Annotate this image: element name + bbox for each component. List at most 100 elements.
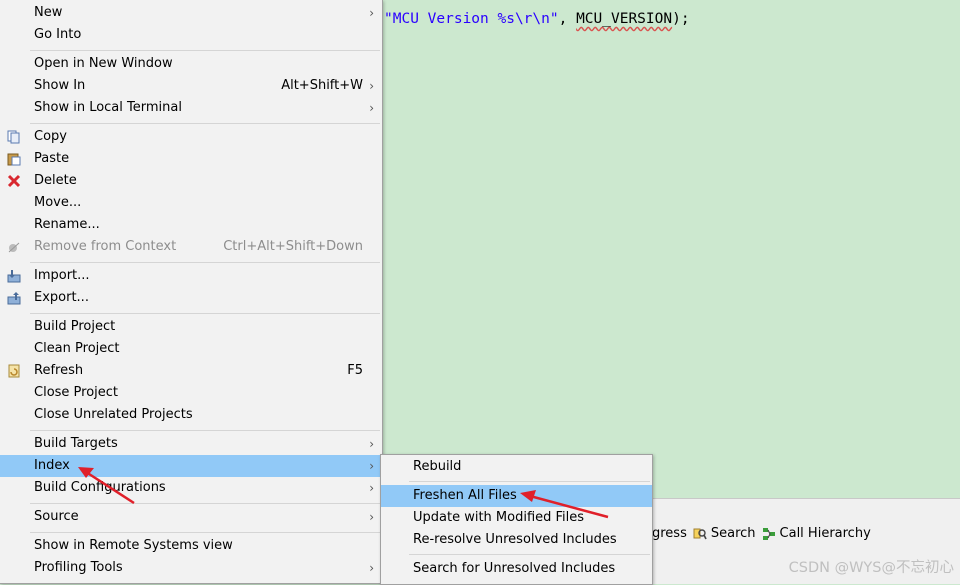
menu-item-open-new-window[interactable]: Open in New Window <box>0 53 382 75</box>
bottom-tabs: gress Search Call Hierarchy <box>652 526 871 541</box>
menu-item-show-remote[interactable]: Show in Remote Systems view <box>0 535 382 557</box>
tab-call-hierarchy-label: Call Hierarchy <box>779 526 871 541</box>
menu-item-import[interactable]: Import... <box>0 265 382 287</box>
menu-item-label: Open in New Window <box>34 56 173 71</box>
menu-item-label: Index <box>34 458 70 473</box>
menu-separator <box>30 313 380 314</box>
submenu-item-reresolve-includes[interactable]: Re-resolve Unresolved Includes <box>381 529 652 551</box>
chevron-right-icon: › <box>369 6 374 20</box>
chevron-right-icon: › <box>369 437 374 451</box>
menu-item-label: Close Unrelated Projects <box>34 407 193 422</box>
submenu-item-label: Re-resolve Unresolved Includes <box>413 532 617 547</box>
menu-item-label: Build Project <box>34 319 116 334</box>
chevron-right-icon: › <box>369 101 374 115</box>
menu-item-label: Remove from Context <box>34 239 177 254</box>
call-hierarchy-icon <box>762 527 775 540</box>
menu-separator <box>30 262 380 263</box>
menu-item-show-local-terminal[interactable]: Show in Local Terminal › <box>0 97 382 119</box>
tab-call-hierarchy[interactable]: Call Hierarchy <box>762 526 871 541</box>
submenu-item-label: Search for Unresolved Includes <box>413 561 616 576</box>
menu-item-paste[interactable]: Paste <box>0 148 382 170</box>
menu-separator <box>30 532 380 533</box>
menu-item-label: Export... <box>34 290 89 305</box>
menu-item-label: Refresh <box>34 363 84 378</box>
menu-separator <box>409 554 650 555</box>
menu-item-label: Clean Project <box>34 341 120 356</box>
menu-separator <box>30 430 380 431</box>
export-icon <box>7 292 21 305</box>
menu-item-profiling-tools[interactable]: Profiling Tools › <box>0 557 382 579</box>
import-icon <box>7 270 21 283</box>
menu-item-close-project[interactable]: Close Project <box>0 382 382 404</box>
menu-item-label: Paste <box>34 151 70 166</box>
menu-item-refresh[interactable]: Refresh F5 <box>0 360 382 382</box>
submenu-item-label: Update with Modified Files <box>413 510 585 525</box>
menu-item-new[interactable]: New › <box>0 2 382 24</box>
tab-search[interactable]: Search <box>693 526 756 541</box>
code-line: "MCU Version %s\r\n", MCU_VERSION); <box>384 11 690 27</box>
remove-context-icon <box>8 242 20 253</box>
menu-item-label: Go Into <box>34 27 82 42</box>
watermark: CSDN @WYS@不忘初心 <box>788 560 954 576</box>
menu-item-show-in[interactable]: Show In Alt+Shift+W › <box>0 75 382 97</box>
menu-item-label: Build Targets <box>34 436 118 451</box>
menu-item-label: Profiling Tools <box>34 560 123 575</box>
code-end: ); <box>672 11 690 27</box>
menu-item-clean-project[interactable]: Clean Project <box>0 338 382 360</box>
menu-item-delete[interactable]: Delete <box>0 170 382 192</box>
tab-search-label: Search <box>710 526 756 541</box>
menu-separator <box>409 481 650 482</box>
menu-item-label: Move... <box>34 195 82 210</box>
menu-item-go-into[interactable]: Go Into <box>0 24 382 46</box>
context-menu: New › Go Into Open in New Window Show In A… <box>0 0 383 584</box>
menu-item-label: Rename... <box>34 217 100 232</box>
submenu-item-label: Freshen All Files <box>413 488 517 503</box>
submenu-item-update-modified[interactable]: Update with Modified Files <box>381 507 652 529</box>
menu-item-export[interactable]: Export... <box>0 287 382 309</box>
index-submenu: Rebuild Freshen All Files Update with Mo… <box>380 454 653 585</box>
menu-separator <box>30 50 380 51</box>
tab-progress-label: gress <box>652 526 687 541</box>
menu-separator <box>30 503 380 504</box>
menu-item-copy[interactable]: Copy <box>0 126 382 148</box>
menu-item-build-targets[interactable]: Build Targets › <box>0 433 382 455</box>
code-string: "MCU Version %s\r\n" <box>384 11 559 27</box>
chevron-right-icon: › <box>369 79 374 93</box>
delete-icon <box>7 174 21 188</box>
paste-icon <box>7 153 21 166</box>
code-macro: MCU_VERSION <box>576 11 673 27</box>
code-separator: , <box>558 11 577 27</box>
menu-item-remove-from-context[interactable]: Remove from Context Ctrl+Alt+Shift+Down <box>0 236 382 258</box>
submenu-item-label: Rebuild <box>413 459 462 474</box>
menu-item-accelerator: Ctrl+Alt+Shift+Down <box>223 239 363 254</box>
submenu-item-rebuild[interactable]: Rebuild <box>381 456 652 478</box>
refresh-icon <box>8 364 20 378</box>
menu-item-accelerator: F5 <box>347 363 363 378</box>
tab-progress[interactable]: gress <box>652 526 687 541</box>
chevron-right-icon: › <box>369 459 374 473</box>
menu-item-close-unrelated[interactable]: Close Unrelated Projects <box>0 404 382 426</box>
menu-item-label: Copy <box>34 129 67 144</box>
menu-item-label: New <box>34 5 63 20</box>
chevron-right-icon: › <box>369 561 374 575</box>
submenu-item-search-unresolved[interactable]: Search for Unresolved Includes <box>381 558 652 580</box>
chevron-right-icon: › <box>369 510 374 524</box>
menu-separator <box>30 123 380 124</box>
menu-item-rename[interactable]: Rename... <box>0 214 382 236</box>
menu-item-label: Delete <box>34 173 77 188</box>
menu-item-label: Show In <box>34 78 86 93</box>
menu-item-label: Close Project <box>34 385 119 400</box>
menu-item-move[interactable]: Move... <box>0 192 382 214</box>
menu-item-label: Show in Local Terminal <box>34 100 182 115</box>
search-icon <box>693 528 707 539</box>
submenu-item-freshen-all-files[interactable]: Freshen All Files <box>381 485 652 507</box>
menu-item-source[interactable]: Source › <box>0 506 382 528</box>
copy-icon <box>7 130 20 144</box>
menu-item-label: Show in Remote Systems view <box>34 538 233 553</box>
menu-item-label: Source <box>34 509 79 524</box>
menu-item-index[interactable]: Index › <box>0 455 382 477</box>
menu-item-build-project[interactable]: Build Project <box>0 316 382 338</box>
menu-item-accelerator: Alt+Shift+W <box>281 78 363 93</box>
menu-item-build-configurations[interactable]: Build Configurations › <box>0 477 382 499</box>
menu-item-label: Import... <box>34 268 90 283</box>
